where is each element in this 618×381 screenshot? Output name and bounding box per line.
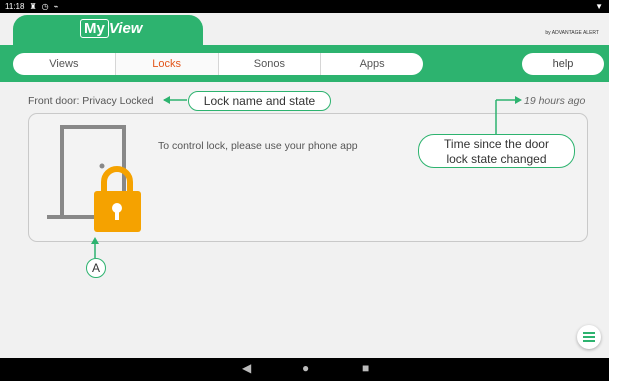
- recents-icon[interactable]: ■: [362, 361, 369, 375]
- menu-fab[interactable]: [577, 325, 601, 349]
- android-nav-bar: ◀ ● ■: [0, 358, 609, 381]
- menu-icon: [583, 332, 595, 342]
- back-icon[interactable]: ◀: [242, 361, 251, 375]
- tablet-screen: 11:18 ♜ ◷ ⌁ ▼ My View by ADVANTAGE ALERT …: [0, 0, 609, 381]
- home-icon[interactable]: ●: [302, 361, 309, 375]
- annotation-arrows: [91, 96, 522, 258]
